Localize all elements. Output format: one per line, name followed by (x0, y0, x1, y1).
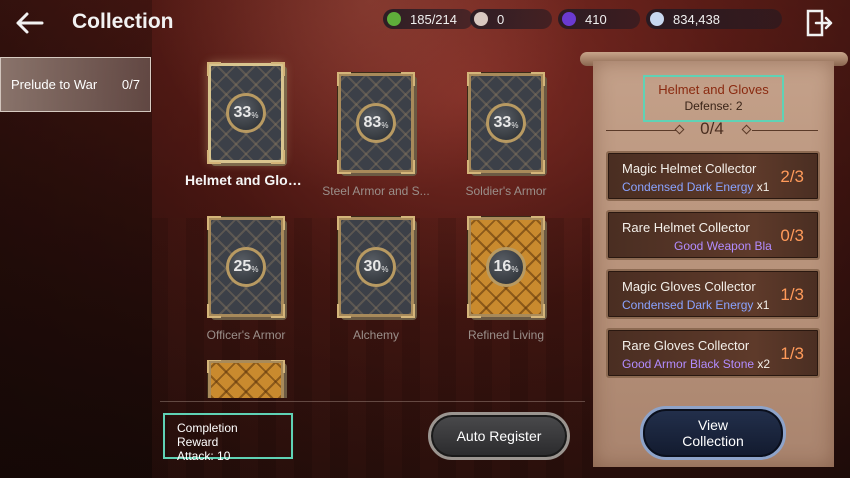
auto-register-button[interactable]: Auto Register (428, 412, 570, 460)
card-art: 25% (207, 216, 285, 318)
card-art: 83% (337, 72, 415, 174)
item-qty: x2 (754, 357, 771, 371)
collector-count: 1/3 (780, 344, 804, 363)
item-name: Good Weapon Bla (674, 239, 772, 253)
percent-sign: % (251, 265, 259, 274)
resource-counter: 410 (558, 9, 640, 29)
resource-counter: 185/214 (383, 9, 473, 29)
completion-percent: 33 (233, 104, 252, 121)
card-label: Alchemy (352, 328, 399, 342)
card-label: Steel Armor and S... (322, 184, 430, 198)
completion-badge: 33% (226, 93, 266, 133)
collector-count: 2/3 (780, 167, 804, 186)
card-label: Soldier's Armor (465, 184, 547, 198)
collector-count: 0/3 (780, 226, 804, 245)
resource-value: 410 (585, 11, 607, 27)
sidebar-item-prelude-to-war[interactable]: Prelude to War 0/7 (0, 57, 151, 112)
resource-counter: 834,438 (646, 9, 782, 29)
collector-row[interactable]: Rare Helmet Collector Good Weapon Bla 0/… (606, 210, 820, 260)
completion-badge: 25% (226, 247, 266, 287)
purple-orb-icon (562, 12, 576, 26)
resource-value: 0 (497, 11, 505, 27)
completion-reward: Completion Reward Attack: 10 (163, 413, 293, 463)
resource-value: 185/214 (410, 11, 457, 27)
exit-door-icon (806, 9, 833, 37)
percent-sign: % (511, 121, 519, 130)
collection-card-refined-living[interactable]: 16% Refined Living (441, 216, 571, 342)
reward-title: Completion Reward (177, 421, 238, 449)
divider (160, 401, 585, 402)
collector-row[interactable]: Rare Gloves Collector Good Armor Black S… (606, 328, 820, 378)
percent-sign: % (381, 121, 389, 130)
card-label: Officer's Armor (206, 328, 286, 342)
back-arrow-icon (16, 12, 44, 34)
view-collection-button[interactable]: View Collection (640, 406, 786, 460)
completion-badge: 30% (356, 247, 396, 287)
completion-badge: 33% (486, 103, 526, 143)
collector-row[interactable]: Magic Gloves Collector Condensed Dark En… (606, 269, 820, 319)
view-collection-label-line2: Collection (682, 433, 744, 449)
reward-stat: Attack: 10 (177, 449, 231, 463)
collector-count: 1/3 (780, 285, 804, 304)
pearl-icon (474, 12, 488, 26)
card-art: 33% (207, 62, 285, 164)
card-art: 30% (337, 216, 415, 318)
page-title: Collection (72, 10, 174, 33)
collector-name: Rare Gloves Collector (622, 338, 750, 353)
collector-item: Good Armor Black Stone x2 (622, 357, 770, 371)
resource-counter: 0 (470, 9, 552, 29)
item-name: Condensed Dark Energy (622, 298, 754, 312)
completion-badge: 83% (356, 103, 396, 143)
sidebar-item-label: Prelude to War (11, 77, 98, 92)
completion-percent: 25 (233, 258, 252, 275)
set-name: Helmet and Gloves (658, 82, 769, 97)
collection-card-partial[interactable] (181, 360, 311, 398)
view-collection-label-line1: View (697, 417, 729, 433)
collector-item: Condensed Dark Energy x1 (622, 180, 769, 194)
completion-badge: 16% (486, 247, 526, 287)
set-header: Helmet and Gloves Defense: 2 (643, 75, 784, 122)
percent-sign: % (251, 111, 259, 120)
card-label: Refined Living (467, 328, 545, 342)
collection-card-helmet-and-gloves[interactable]: 33% Helmet and Gloves (181, 62, 311, 188)
card-art: 16% (467, 216, 545, 318)
collection-card-officers-armor[interactable]: 25% Officer's Armor (181, 216, 311, 342)
silver-coin-icon (650, 12, 664, 26)
completion-percent: 16 (493, 258, 512, 275)
collector-name: Magic Helmet Collector (622, 161, 757, 176)
set-progress: 0/4 (606, 119, 818, 141)
item-name: Condensed Dark Energy (622, 180, 754, 194)
percent-sign: % (381, 265, 389, 274)
collection-card-soldiers-armor[interactable]: 33% Soldier's Armor (441, 72, 571, 198)
resource-value: 834,438 (673, 11, 720, 27)
set-progress-value: 0/4 (700, 119, 724, 138)
completion-percent: 30 (363, 258, 382, 275)
collector-name: Magic Gloves Collector (622, 279, 756, 294)
collection-card-alchemy[interactable]: 30% Alchemy (311, 216, 441, 342)
sidebar-item-count: 0/7 (121, 77, 140, 92)
exit-button[interactable] (805, 8, 833, 38)
collector-name: Rare Helmet Collector (622, 220, 750, 235)
collector-item: Good Weapon Bla (674, 239, 772, 253)
item-name: Good Armor Black Stone (622, 357, 755, 371)
collector-row[interactable]: Magic Helmet Collector Condensed Dark En… (606, 151, 820, 201)
item-qty: x1 (753, 180, 770, 194)
percent-sign: % (511, 265, 519, 274)
completion-percent: 33 (493, 114, 512, 131)
set-stat: Defense: 2 (684, 99, 743, 113)
collector-item: Condensed Dark Energy x1 (622, 298, 769, 312)
completion-percent: 83 (363, 114, 382, 131)
back-button[interactable] (12, 8, 46, 38)
item-qty: x1 (753, 298, 770, 312)
auto-register-label: Auto Register (456, 428, 542, 444)
collection-card-steel-armor[interactable]: 83% Steel Armor and S... (311, 72, 441, 198)
card-label: Helmet and Gloves (185, 172, 311, 188)
card-art (207, 360, 285, 398)
card-art: 33% (467, 72, 545, 174)
green-gem-icon (387, 12, 401, 26)
